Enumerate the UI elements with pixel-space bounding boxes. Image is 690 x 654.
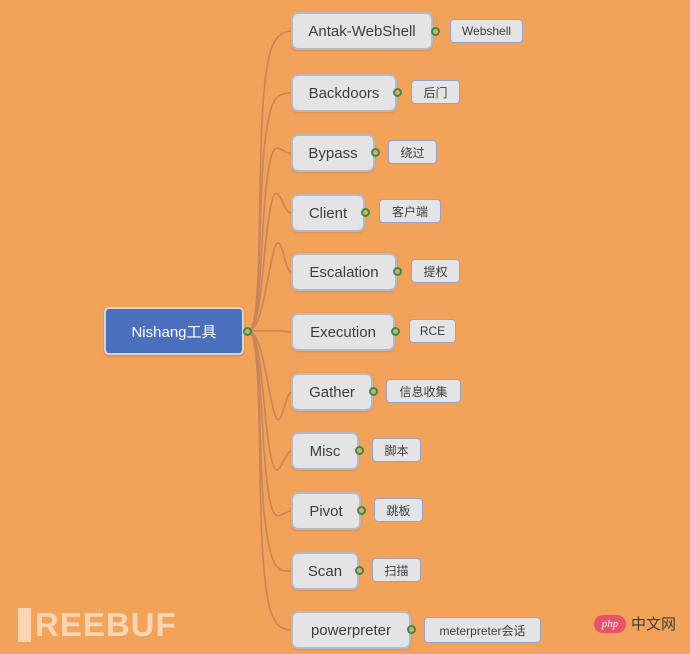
leaf-node-misc-cn[interactable]: 脚本: [372, 438, 421, 462]
leaf-node-bypass-cn[interactable]: 绕过: [388, 140, 437, 164]
leaf-label: Webshell: [461, 24, 512, 38]
leaf-label: 提权: [423, 264, 448, 279]
branch-label: Escalation: [309, 263, 379, 281]
mindmap-canvas: Nishang工具 Antak-WebShell Webshell Backdo…: [0, 0, 690, 654]
leaf-node-scan-cn[interactable]: 扫描: [372, 558, 421, 582]
branch-connector-dot: [357, 506, 366, 515]
leaf-node-meterpreter-session[interactable]: meterpreter会话: [424, 617, 541, 643]
php-logo-icon: php: [593, 614, 626, 633]
leaf-label: 脚本: [384, 443, 409, 458]
branch-node-gather[interactable]: Gather: [291, 373, 373, 411]
branch-connector-dot: [393, 267, 402, 276]
branch-node-execution[interactable]: Execution: [291, 313, 395, 351]
branch-label: Backdoors: [308, 84, 380, 102]
leaf-node-rce[interactable]: RCE: [409, 319, 456, 343]
branch-connector-dot: [407, 625, 416, 634]
leaf-node-client-cn[interactable]: 客户端: [379, 199, 441, 223]
freebuf-logo-bar: [18, 608, 31, 642]
branch-connector-dot: [431, 27, 440, 36]
php-watermark-text: 中文网: [630, 616, 676, 633]
leaf-node-webshell[interactable]: Webshell: [450, 19, 523, 43]
freebuf-watermark: REEBUF: [18, 606, 177, 644]
leaf-label: 后门: [423, 85, 448, 100]
branch-connector-dot: [369, 387, 378, 396]
leaf-node-gather-cn[interactable]: 信息收集: [386, 379, 461, 403]
root-node[interactable]: Nishang工具: [104, 307, 244, 355]
leaf-label: 扫描: [384, 563, 409, 578]
branch-node-client[interactable]: Client: [291, 194, 365, 232]
leaf-node-pivot-cn[interactable]: 跳板: [374, 498, 423, 522]
branch-node-scan[interactable]: Scan: [291, 552, 359, 590]
leaf-label: RCE: [419, 324, 446, 338]
branch-connector-dot: [393, 88, 402, 97]
branch-label: Antak-WebShell: [308, 22, 416, 40]
branch-node-powerpreter[interactable]: powerpreter: [291, 611, 411, 649]
branch-connector-dot: [361, 208, 370, 217]
branch-node-escalation[interactable]: Escalation: [291, 253, 397, 291]
leaf-label: 绕过: [400, 145, 425, 160]
branch-label: Scan: [307, 562, 343, 580]
root-connector-dot: [243, 327, 252, 336]
leaf-label: 客户端: [391, 204, 428, 219]
leaf-label: 信息收集: [399, 384, 448, 399]
branch-connector-dot: [355, 566, 364, 575]
branch-label: Gather: [309, 383, 355, 401]
branch-connector-dot: [391, 327, 400, 336]
branch-node-misc[interactable]: Misc: [291, 432, 359, 470]
branch-node-bypass[interactable]: Bypass: [291, 134, 375, 172]
branch-connector-dot: [371, 148, 380, 157]
branch-node-antak-webshell[interactable]: Antak-WebShell: [291, 12, 433, 50]
freebuf-watermark-text: REEBUF: [35, 606, 177, 643]
branch-label: powerpreter: [310, 621, 392, 639]
leaf-label: 跳板: [386, 503, 411, 518]
leaf-label: meterpreter会话: [439, 623, 526, 638]
root-node-label: Nishang工具: [131, 323, 217, 341]
branch-node-pivot[interactable]: Pivot: [291, 492, 361, 530]
branch-label: Pivot: [309, 502, 343, 520]
branch-label: Client: [308, 204, 348, 222]
branch-label: Bypass: [308, 144, 358, 162]
branch-label: Misc: [309, 442, 341, 460]
leaf-node-backdoors-cn[interactable]: 后门: [411, 80, 460, 104]
branch-node-backdoors[interactable]: Backdoors: [291, 74, 397, 112]
leaf-node-escalation-cn[interactable]: 提权: [411, 259, 460, 283]
branch-label: Execution: [310, 323, 376, 341]
php-watermark: php 中文网: [593, 613, 676, 634]
branch-connector-dot: [355, 446, 364, 455]
